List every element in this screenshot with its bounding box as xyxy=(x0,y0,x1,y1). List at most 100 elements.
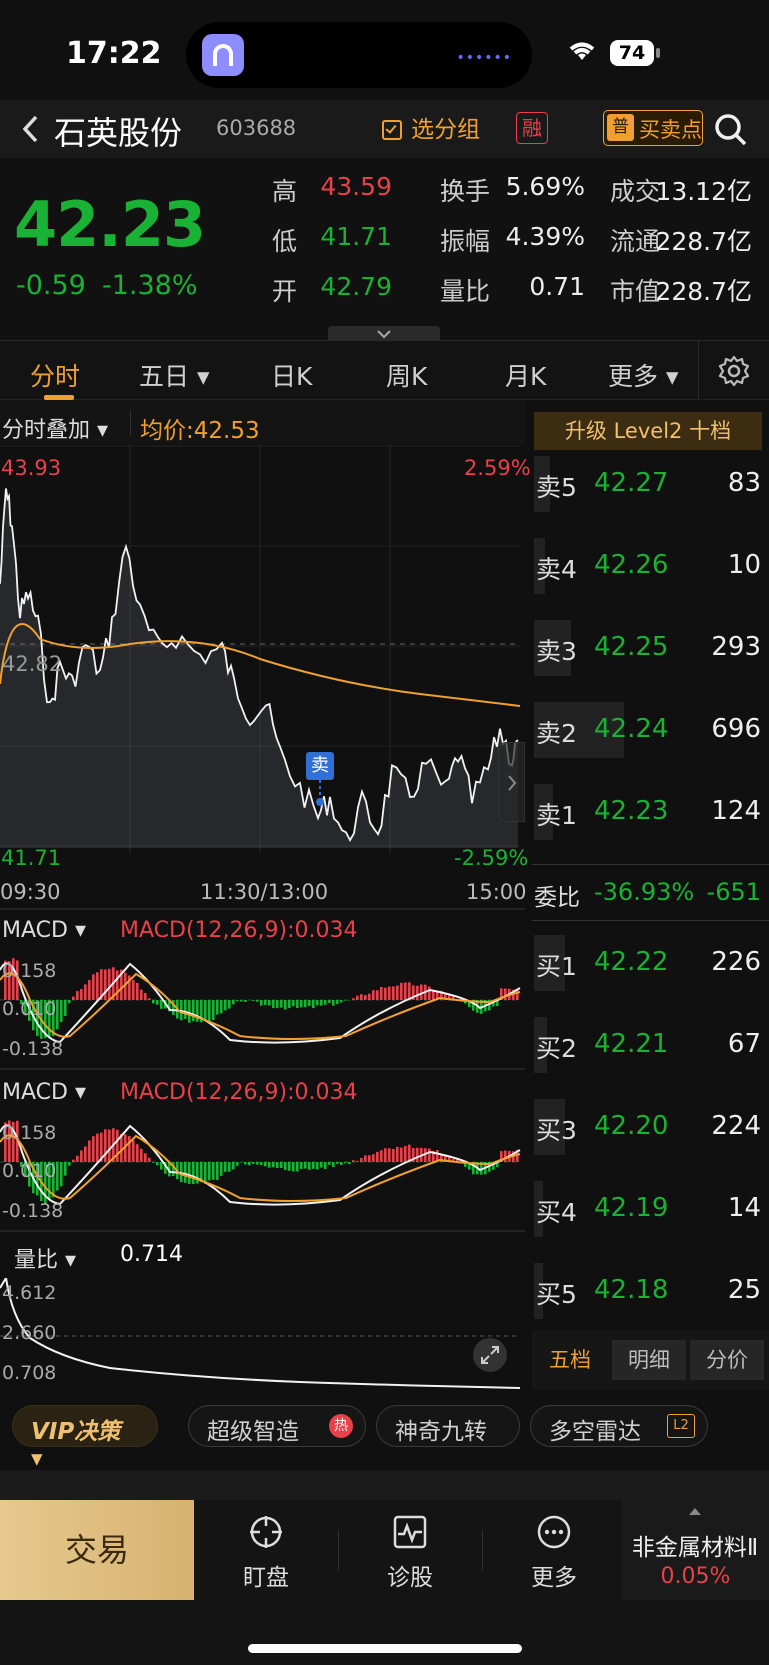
macd-bar xyxy=(272,1162,275,1168)
watch-button[interactable]: 盯盘 xyxy=(220,1514,312,1594)
macd2-dropdown[interactable]: MACD ▾ xyxy=(2,1080,86,1105)
level-volume: 226 xyxy=(711,947,761,977)
bid-row[interactable]: 买1 42.22 226 xyxy=(532,929,769,995)
diagnose-label: 诊股 xyxy=(387,1565,433,1591)
ask-row[interactable]: 卖3 42.25 293 xyxy=(532,614,769,680)
macd-bar xyxy=(312,1000,315,1009)
volratio-bottom: 0.708 xyxy=(2,1362,57,1384)
stat-value: 43.59 xyxy=(320,172,392,201)
tab-more[interactable]: 更多 ▾ xyxy=(608,357,679,393)
macd-bar xyxy=(216,1000,219,1015)
subtab-price-dist[interactable]: 分价 xyxy=(690,1340,764,1380)
level-price: 42.24 xyxy=(594,714,669,744)
fullscreen-button[interactable] xyxy=(473,1338,507,1372)
macd-bar xyxy=(324,1162,327,1170)
macd-bar xyxy=(244,1000,247,1003)
macd-bar xyxy=(116,970,119,1000)
quote-panel: 42.23 -0.59 -1.38% 高 43.59 换手 5.69% 成交 13.12亿… xyxy=(0,158,769,340)
diagnose-button[interactable]: 诊股 xyxy=(364,1514,456,1594)
buy-sell-point-button[interactable]: 普 买卖点 xyxy=(603,110,703,146)
y-high-label: 43.93 xyxy=(1,456,62,480)
subtab-detail[interactable]: 明细 xyxy=(612,1340,686,1380)
macd1-dropdown[interactable]: MACD ▾ xyxy=(2,918,86,943)
level-price: 42.22 xyxy=(594,947,669,977)
macd-bar xyxy=(144,993,147,1000)
tab-month-k[interactable]: 月K xyxy=(505,357,546,393)
tab-intraday[interactable]: 分时 xyxy=(30,357,80,393)
macd-bar xyxy=(160,1162,163,1170)
ask-row[interactable]: 卖5 42.27 83 xyxy=(532,450,769,516)
current-price: 42.23 xyxy=(14,188,206,261)
tab-five-day[interactable]: 五日 ▾ xyxy=(139,357,210,393)
macd-bar xyxy=(392,986,395,1000)
macd-bar xyxy=(208,1162,211,1181)
sector-button[interactable]: 非金属材料Ⅱ 0.05% xyxy=(622,1500,769,1600)
ask-row[interactable]: 卖1 42.23 124 xyxy=(532,778,769,844)
macd-bar xyxy=(160,1000,163,1009)
subtab-five-levels[interactable]: 五档 xyxy=(532,1340,608,1380)
macd-bar xyxy=(364,1155,367,1162)
trade-button[interactable]: 交易 xyxy=(0,1500,194,1600)
volratio-dropdown[interactable]: 量比 ▾ xyxy=(14,1242,76,1274)
macd1-chart[interactable] xyxy=(0,950,525,1058)
macd-bar xyxy=(192,1000,195,1022)
back-button[interactable] xyxy=(16,112,46,146)
bull-bear-radar-tag[interactable]: 多空雷达 L2 xyxy=(530,1405,708,1447)
macd-bar xyxy=(64,1162,67,1176)
overlay-dropdown[interactable]: 分时叠加 ▾ xyxy=(2,412,108,444)
crosshair-icon xyxy=(250,1516,282,1548)
margin-badge[interactable]: 融 xyxy=(516,112,548,144)
time-end-label: 15:00 xyxy=(466,880,527,904)
watch-label: 盯盘 xyxy=(243,1565,289,1591)
sector-name: 非金属材料Ⅱ xyxy=(631,1535,759,1561)
macd-bar xyxy=(428,986,431,1000)
macd-bar xyxy=(352,1160,355,1162)
chevron-left-icon xyxy=(22,115,38,143)
upgrade-level2-button[interactable]: 升级 Level2 十档 xyxy=(534,412,762,450)
macd1-top: 0.158 xyxy=(2,960,57,982)
macd-bar xyxy=(136,1144,139,1162)
bid-row[interactable]: 买5 42.18 25 xyxy=(532,1257,769,1323)
vip-decision-tag[interactable]: VIP决策 ▾ xyxy=(12,1405,158,1472)
macd-bar xyxy=(240,1000,243,1002)
macd2-chart[interactable] xyxy=(0,1112,525,1220)
more-button[interactable]: 更多 xyxy=(508,1514,600,1594)
macd-bar xyxy=(116,1129,119,1162)
expand-quote-button[interactable] xyxy=(328,326,440,340)
super-smart-tag[interactable]: 超级智造 热 xyxy=(188,1405,366,1447)
macd-bar xyxy=(212,1162,215,1180)
settings-button[interactable] xyxy=(718,355,750,391)
sell-marker[interactable]: 卖 xyxy=(306,752,334,780)
expand-side-button[interactable] xyxy=(498,742,525,822)
tab-week-k[interactable]: 周K xyxy=(386,357,427,393)
macd1-params: MACD(12,26,9):0.034 xyxy=(120,918,358,943)
bid-row[interactable]: 买4 42.19 14 xyxy=(532,1175,769,1241)
macd-bar xyxy=(144,1153,147,1162)
level-price: 42.27 xyxy=(594,468,669,498)
group-button[interactable]: 选分组 xyxy=(382,110,480,146)
macd-bar xyxy=(284,1000,287,1010)
level-label: 买2 xyxy=(536,1034,577,1063)
tab-day-k[interactable]: 日K xyxy=(271,357,312,393)
macd-bar xyxy=(300,1000,303,1008)
macd-bar xyxy=(400,982,403,1000)
level-price: 42.23 xyxy=(594,796,669,826)
macd-bar xyxy=(256,1000,259,1002)
price-change-pct: -1.38% xyxy=(102,270,198,301)
intraday-chart[interactable] xyxy=(0,444,525,854)
ask-row[interactable]: 卖4 42.26 10 xyxy=(532,532,769,598)
macd-bar xyxy=(148,998,151,1000)
ask-row[interactable]: 卖2 42.24 696 xyxy=(532,696,769,762)
macd-bar xyxy=(68,1000,71,1004)
magic-nine-tag[interactable]: 神奇九转 xyxy=(376,1405,520,1447)
search-button[interactable] xyxy=(713,112,749,148)
bid-row[interactable]: 买2 42.21 67 xyxy=(532,1011,769,1077)
macd-bar xyxy=(96,1133,99,1162)
volratio-chart[interactable] xyxy=(0,1278,525,1390)
macd-bar xyxy=(416,985,419,1000)
level-volume: 293 xyxy=(711,632,761,662)
level-label: 买3 xyxy=(536,1116,577,1145)
chevron-right-icon xyxy=(508,775,517,791)
bid-row[interactable]: 买3 42.20 224 xyxy=(532,1093,769,1159)
more-dots-icon xyxy=(537,1515,571,1549)
